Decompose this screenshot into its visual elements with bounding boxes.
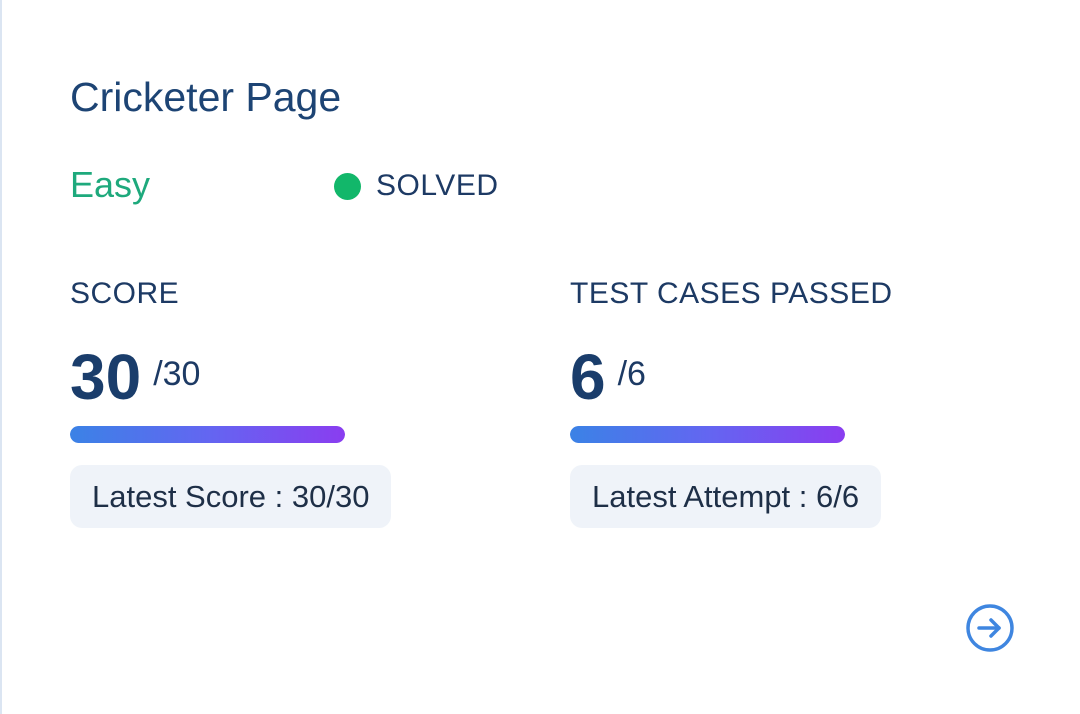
latest-score-chip: Latest Score : 30/30 <box>70 465 392 528</box>
test-cases-section: TEST CASES PASSED 6 /6 Latest Attempt : … <box>570 276 1020 528</box>
problem-title: Cricketer Page <box>70 74 342 120</box>
score-progress-fill <box>70 426 345 443</box>
score-value: 30 <box>70 341 142 413</box>
latest-attempt-chip: Latest Attempt : 6/6 <box>570 465 882 528</box>
test-cases-label: TEST CASES PASSED <box>570 277 893 310</box>
status-indicator: SOLVED <box>334 166 499 206</box>
open-problem-button[interactable] <box>965 603 1015 653</box>
test-cases-value-row: 6 /6 <box>570 342 1020 412</box>
status-dot-icon <box>334 172 361 200</box>
problem-card: Cricketer Page Easy SOLVED SCORE 30 /30 … <box>0 0 1080 714</box>
score-label: SCORE <box>70 277 180 310</box>
score-total: /30 <box>153 355 201 393</box>
arrow-right-circle-icon <box>966 604 1014 652</box>
test-cases-value: 6 <box>570 341 606 413</box>
score-progress-bar <box>70 426 345 443</box>
test-cases-progress-fill <box>570 426 845 443</box>
status-text: SOLVED <box>376 169 499 202</box>
score-value-row: 30 /30 <box>70 342 520 412</box>
score-section: SCORE 30 /30 Latest Score : 30/30 <box>70 276 520 528</box>
test-cases-progress-bar <box>570 426 845 443</box>
test-cases-total: /6 <box>617 355 646 393</box>
difficulty-label: Easy <box>70 164 151 205</box>
